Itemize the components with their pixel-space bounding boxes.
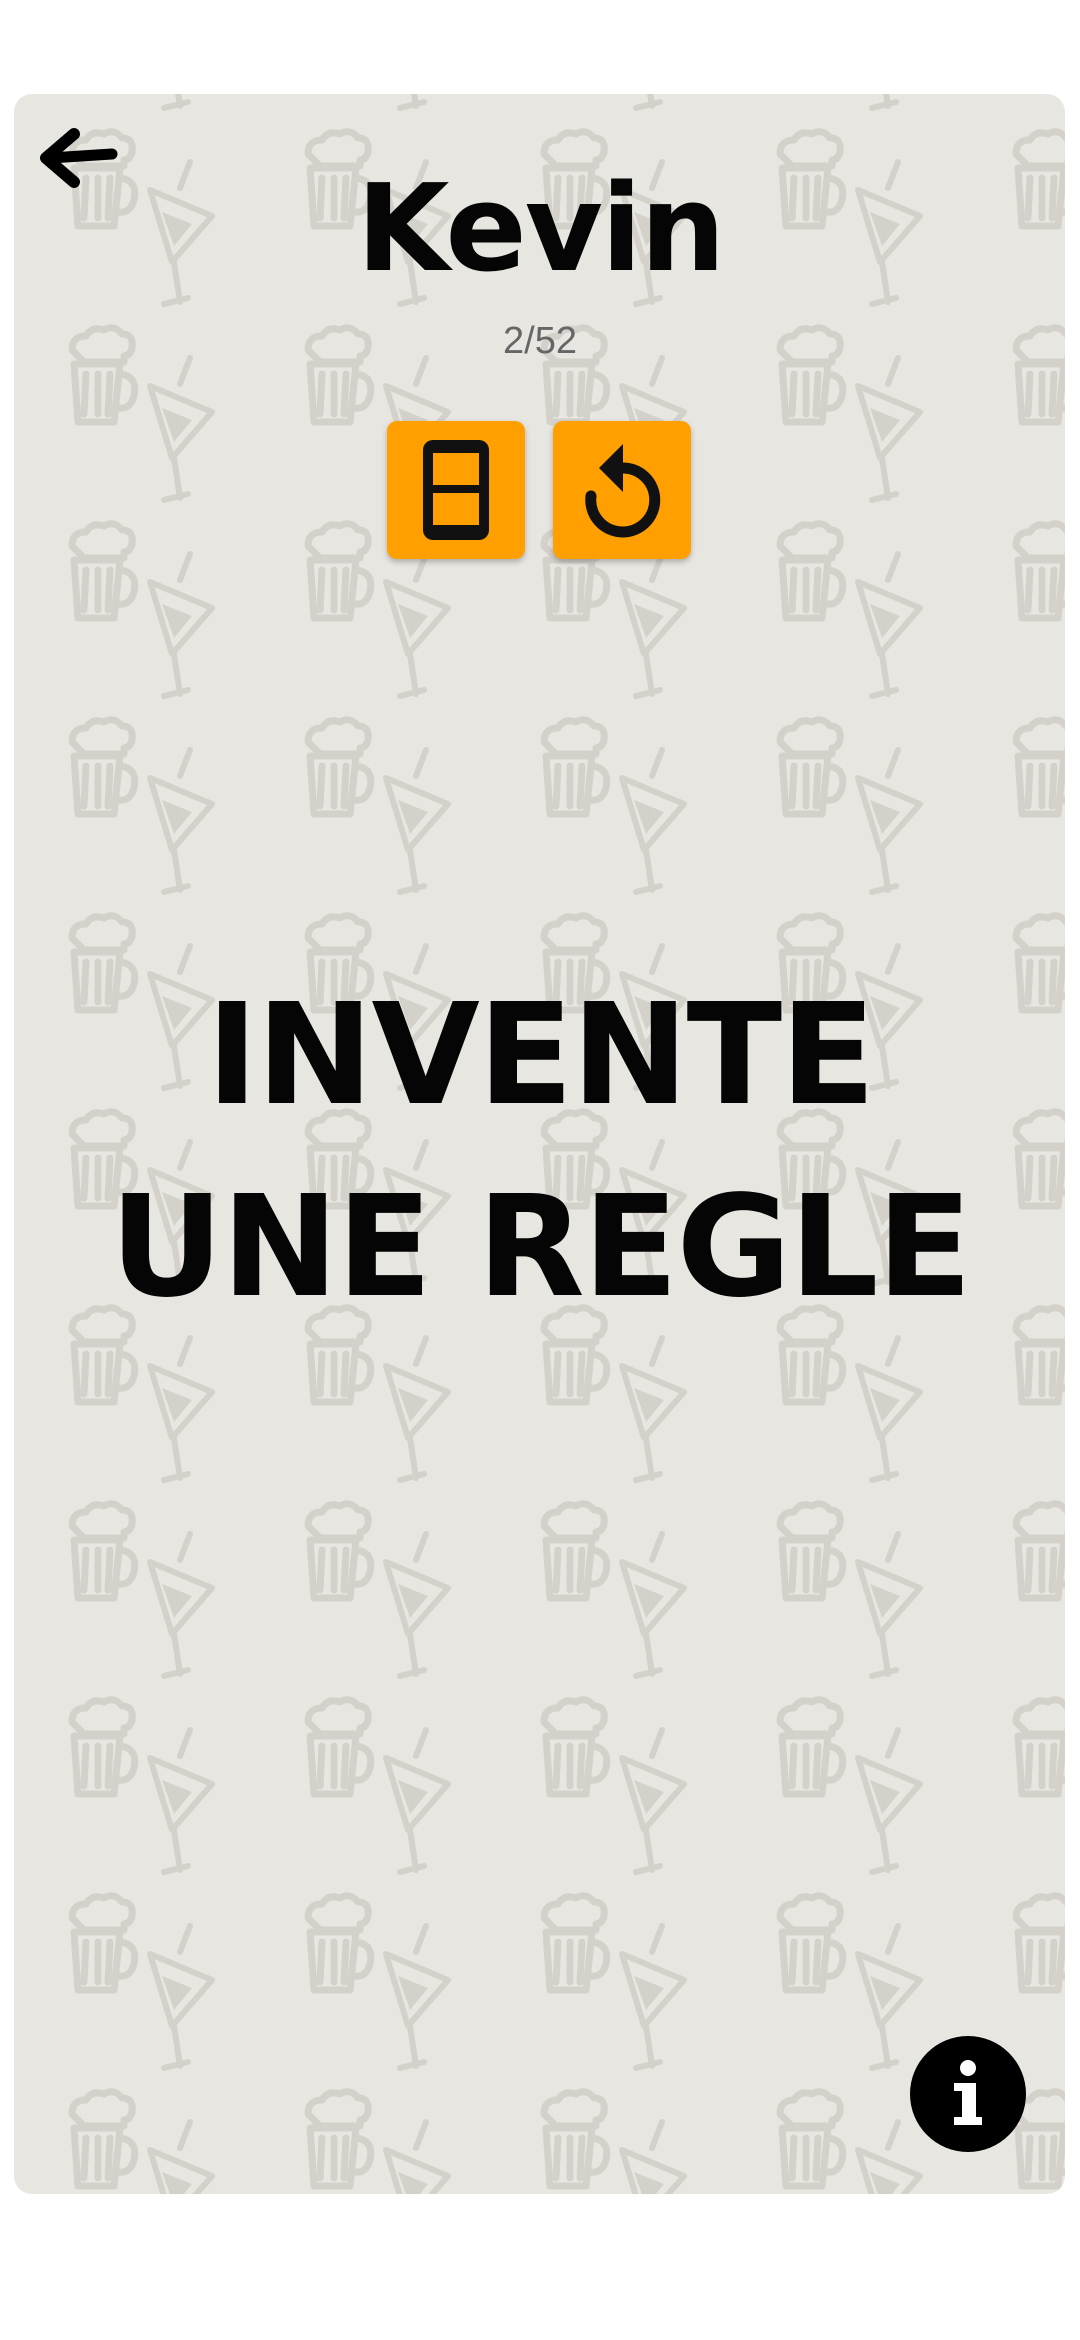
info-icon — [954, 2060, 982, 2125]
card-text: INVENTE UNE REGLE — [109, 974, 972, 1329]
card-progress: 2/52 — [503, 320, 577, 362]
screen: Kevin 2/52 INVENTE UNE REGLE — [0, 0, 1080, 2340]
restart-button[interactable] — [553, 421, 691, 559]
info-button[interactable] — [910, 2036, 1026, 2152]
phone-icon — [423, 440, 489, 540]
phone-mode-button[interactable] — [387, 421, 525, 559]
player-name: Kevin — [356, 160, 725, 299]
restart-icon — [585, 444, 661, 538]
